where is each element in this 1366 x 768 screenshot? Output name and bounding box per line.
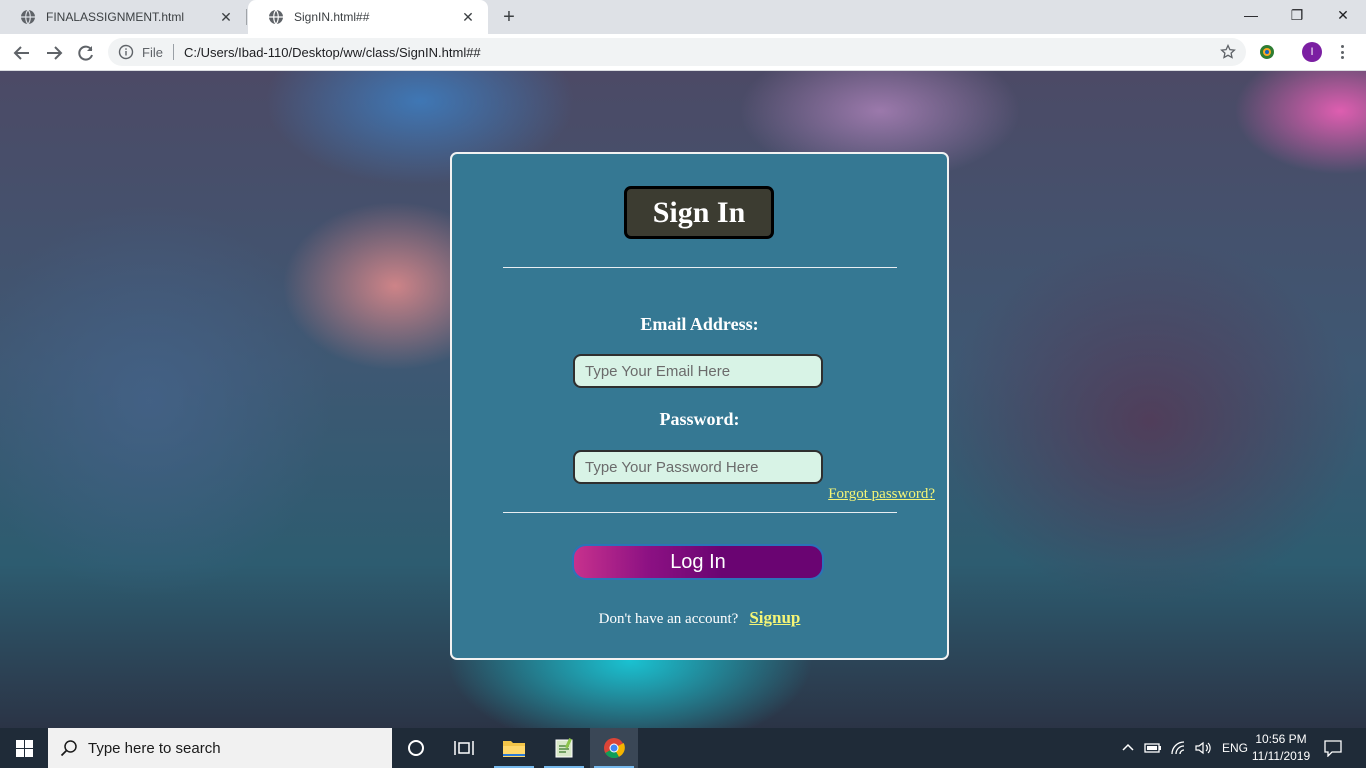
forward-icon [47,46,63,60]
back-icon [13,46,29,60]
profile-avatar[interactable]: I [1302,42,1322,62]
divider [172,44,174,60]
forgot-password-link[interactable]: Forgot password? [828,486,935,503]
tab-title: FINALASSIGNMENT.html [46,10,185,24]
chevron-up-icon[interactable] [1120,740,1136,756]
taskbar-search[interactable]: Type here to search [48,728,392,768]
globe-icon [269,9,283,25]
start-button[interactable] [0,728,48,768]
address-bar[interactable]: File C:/Users/Ibad-110/Desktop/ww/class/… [108,38,1246,66]
email-label: Email Address: [640,314,759,334]
tab-finalassignment[interactable]: FINALASSIGNMENT.html ✕ [0,0,246,34]
clock-date: 11/11/2019 [1251,749,1311,763]
battery-icon[interactable] [1144,740,1162,756]
chrome-icon [604,738,625,759]
file-explorer-icon [503,741,525,757]
new-tab-button[interactable]: + [498,7,520,27]
tab-strip: FINALASSIGNMENT.html ✕ SignIN.html## ✕ +… [0,0,1366,34]
password-label: Password: [659,409,740,429]
tab-signin[interactable]: SignIN.html## ✕ [248,0,488,34]
wifi-icon[interactable] [1170,740,1188,756]
notepad-button[interactable] [540,728,588,768]
cortana-icon [408,740,424,756]
clock-time: 10:56 PM [1255,732,1307,746]
search-placeholder: Type here to search [88,739,221,757]
browser-toolbar: File C:/Users/Ibad-110/Desktop/ww/class/… [0,34,1366,71]
chrome-button[interactable] [590,728,638,768]
signup-link[interactable]: Signup [749,608,800,628]
menu-icon[interactable] [1336,43,1348,61]
page-background: Sign In Email Address: Password: Forgot … [0,71,1366,728]
scheme-label: File [142,44,163,60]
password-field[interactable] [573,450,823,484]
signin-card: Sign In Email Address: Password: Forgot … [450,152,949,660]
divider [503,512,897,513]
reload-icon [78,45,93,61]
url-text[interactable]: C:/Users/Ibad-110/Desktop/ww/class/SignI… [184,45,481,60]
clock[interactable]: 10:56 PM 11/11/2019 [1246,731,1316,765]
signup-prompt: Don't have an account? Signup [452,608,947,628]
minimize-button[interactable]: — [1228,0,1274,30]
file-explorer-button[interactable] [490,728,538,768]
language-indicator[interactable]: ENG [1222,741,1248,755]
reload-button[interactable] [74,41,98,65]
tab-separator [246,9,247,25]
search-icon [60,740,77,757]
task-view-button[interactable] [440,728,488,768]
close-window-button[interactable]: ✕ [1320,0,1366,30]
star-icon[interactable] [1220,44,1236,60]
volume-icon[interactable] [1194,740,1212,756]
back-button[interactable] [10,41,34,65]
close-tab-icon[interactable]: ✕ [218,9,234,25]
system-tray: ENG [1120,728,1248,768]
action-center-button[interactable] [1310,728,1356,768]
divider [503,267,897,268]
close-tab-icon[interactable]: ✕ [460,9,476,25]
globe-icon [21,9,35,25]
taskbar: Type here to search ENG 10:56 PM 11/11/2… [0,728,1366,768]
no-account-text: Don't have an account? [598,611,739,627]
email-field[interactable] [573,354,823,388]
notification-icon [1324,740,1342,757]
cortana-button[interactable] [392,728,440,768]
task-view-icon [454,741,474,755]
tab-title: SignIN.html## [294,10,370,24]
login-button[interactable]: Log In [572,544,824,580]
notepad-icon [555,738,573,758]
windows-icon [15,739,33,757]
info-icon[interactable] [118,44,134,60]
restore-button[interactable]: ❐ [1274,0,1320,30]
extension-icon[interactable] [1258,43,1276,61]
page-title: Sign In [624,186,774,239]
forward-button[interactable] [42,41,66,65]
